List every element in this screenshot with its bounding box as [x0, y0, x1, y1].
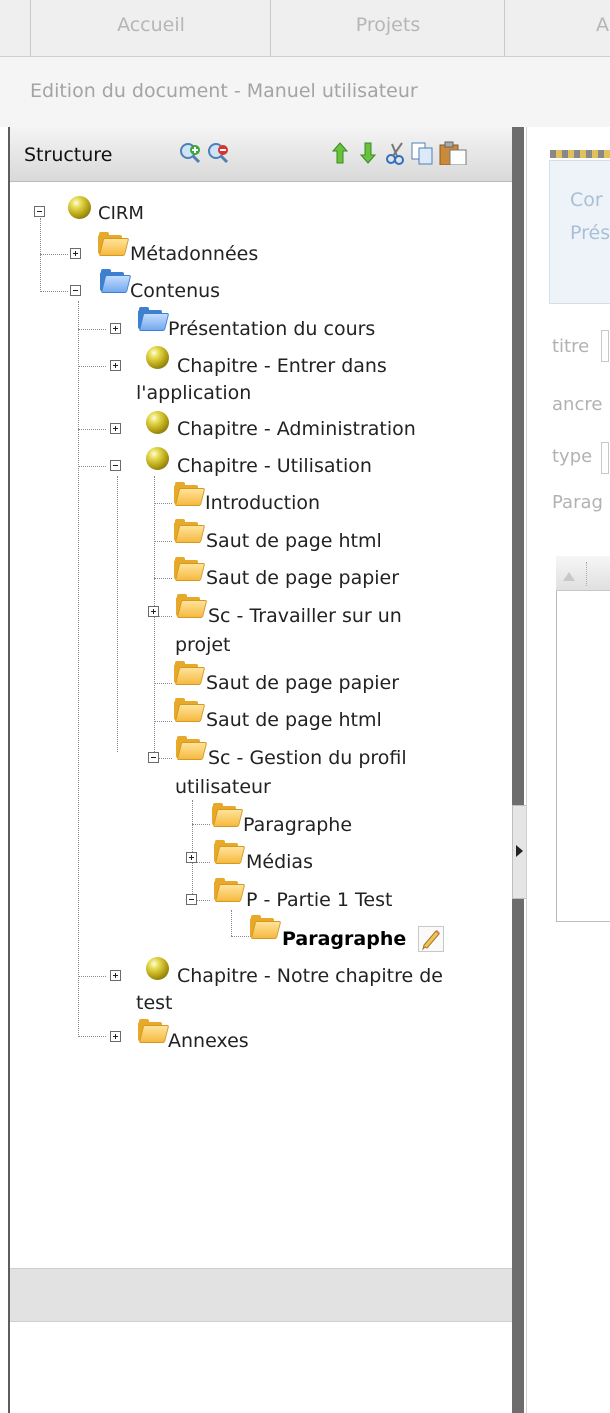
panel-splitter[interactable]	[512, 127, 524, 1413]
loading-stripe	[550, 150, 610, 158]
folder-blue-icon	[138, 307, 170, 331]
tree-node-saut-papier[interactable]: Saut de page papier	[206, 560, 399, 596]
tab-projets[interactable]: Projets	[270, 0, 505, 56]
expand-toggle[interactable]	[70, 248, 81, 259]
ancre-label: ancre	[552, 394, 603, 415]
info-link-2[interactable]: Prés	[570, 222, 610, 244]
expand-all-icon[interactable]	[178, 141, 202, 165]
edit-button[interactable]	[418, 926, 444, 952]
titre-input[interactable]	[601, 330, 609, 362]
expand-toggle[interactable]	[110, 1031, 121, 1042]
folder-icon	[212, 803, 244, 827]
paste-icon[interactable]	[438, 141, 468, 165]
expand-toggle[interactable]	[110, 323, 121, 334]
type-label: type	[552, 446, 593, 467]
folder-blue-icon	[100, 269, 132, 293]
expand-toggle[interactable]	[110, 970, 121, 981]
tree-node-paragraphe[interactable]: Paragraphe	[243, 807, 352, 843]
tree-node-metadonnees[interactable]: Métadonnées	[130, 236, 258, 272]
tree-node-sc-gestion-cont[interactable]: utilisateur	[175, 769, 271, 805]
editor-toolbar	[556, 556, 610, 591]
collapse-toggle[interactable]	[110, 460, 121, 471]
tab-a[interactable]: A	[504, 0, 610, 56]
pencil-icon	[422, 930, 440, 951]
tree-node-chapitre-admin[interactable]: Chapitre - Administration	[177, 411, 416, 447]
collapse-toggle[interactable]	[186, 894, 197, 905]
copy-icon[interactable]	[410, 141, 434, 165]
expand-toggle[interactable]	[186, 852, 197, 863]
collapse-toggle[interactable]	[34, 206, 45, 217]
tree-node-partie1[interactable]: P - Partie 1 Test	[246, 882, 392, 918]
tree-node-sc-travailler[interactable]: Sc - Travailler sur un	[208, 598, 402, 634]
folder-icon	[174, 661, 206, 685]
tree-node-paragraphe-selected[interactable]: Paragraphe	[282, 921, 406, 957]
tree-node-saut-html[interactable]: Saut de page html	[206, 523, 382, 559]
tree-node-chapitre-utilisation[interactable]: Chapitre - Utilisation	[177, 448, 372, 484]
expand-toggle[interactable]	[110, 423, 121, 434]
chapter-ball-icon	[68, 196, 91, 219]
info-link-1[interactable]: Cor	[570, 189, 603, 211]
arrow-right-icon	[516, 845, 523, 857]
document-title: Edition du document - Manuel utilisateur	[30, 80, 418, 102]
tree-node-chapitre-test-cont[interactable]: test	[136, 985, 173, 1021]
folder-icon	[214, 840, 246, 864]
paragraphe-label: Parag	[552, 492, 603, 513]
folder-icon	[250, 915, 282, 939]
top-nav: Accueil Projets A	[0, 0, 610, 57]
tree-node-introduction[interactable]: Introduction	[205, 485, 320, 521]
rich-text-editor[interactable]	[556, 556, 610, 922]
folder-icon	[176, 736, 208, 760]
chapter-ball-icon	[146, 447, 169, 470]
tree-node-medias[interactable]: Médias	[246, 844, 313, 880]
tree-node-contenus[interactable]: Contenus	[130, 273, 220, 309]
tab-accueil[interactable]: Accueil	[30, 0, 271, 56]
tree-node-cirm[interactable]: CIRM	[98, 196, 144, 232]
expand-toggle[interactable]	[148, 606, 159, 617]
tree-node-chapitre-entrer-cont[interactable]: l'application	[136, 375, 251, 411]
collapse-all-icon[interactable]	[206, 141, 230, 165]
scroll-up-icon[interactable]	[562, 570, 576, 582]
folder-icon	[138, 1019, 170, 1043]
chapter-ball-icon	[146, 411, 169, 434]
structure-header: Structure	[10, 127, 512, 182]
collapse-toggle[interactable]	[70, 285, 81, 296]
panel-footer	[10, 1268, 512, 1322]
titre-label: titre	[552, 336, 590, 357]
tree-node-sc-travailler-cont[interactable]: projet	[175, 627, 231, 663]
folder-icon	[214, 878, 246, 902]
expand-toggle[interactable]	[110, 360, 121, 371]
tree-node-saut-html-2[interactable]: Saut de page html	[206, 702, 382, 738]
move-down-icon[interactable]	[356, 141, 380, 165]
move-up-icon[interactable]	[328, 141, 352, 165]
folder-icon	[176, 594, 208, 618]
tree-node-annexes[interactable]: Annexes	[168, 1023, 249, 1059]
toolbar-separator	[586, 562, 589, 586]
tree-node-presentation[interactable]: Présentation du cours	[168, 311, 375, 347]
tree-node-chapitre-test[interactable]: Chapitre - Notre chapitre de	[177, 958, 443, 994]
cut-icon[interactable]	[384, 141, 408, 165]
folder-icon	[174, 519, 206, 543]
folder-icon	[98, 232, 130, 256]
folder-icon	[174, 482, 206, 506]
tree-node-saut-papier-2[interactable]: Saut de page papier	[206, 665, 399, 701]
folder-icon	[174, 698, 206, 722]
chapter-ball-icon	[146, 957, 169, 980]
collapse-toggle[interactable]	[148, 752, 159, 763]
folder-icon	[174, 557, 206, 581]
chapter-ball-icon	[146, 346, 169, 369]
structure-title: Structure	[24, 144, 113, 166]
type-select[interactable]	[601, 442, 609, 474]
